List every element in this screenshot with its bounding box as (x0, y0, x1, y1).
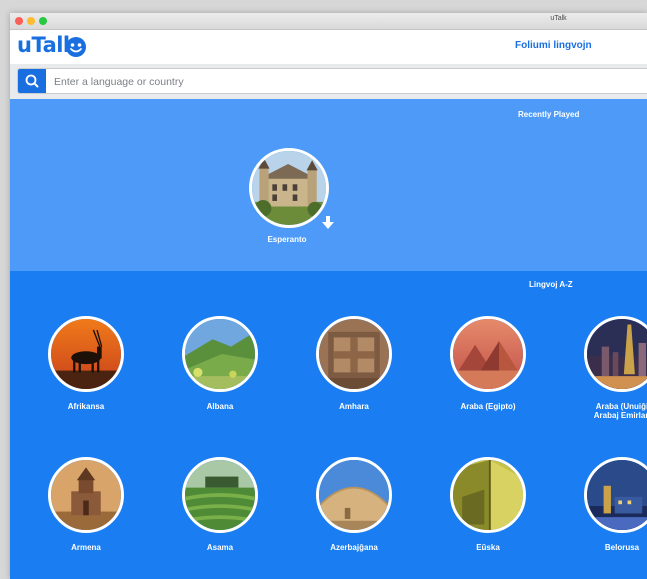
search-icon (25, 74, 39, 88)
green-hills-photo (182, 316, 258, 392)
language-tile-araba-egipto[interactable]: Araba (Egipto) (428, 316, 548, 426)
monastery-photo (48, 457, 124, 533)
language-tile-araba-uae[interactable]: Araba (Unuiĝi Arabaj Emirlan (562, 316, 647, 426)
language-label: Azerbajĝana (330, 543, 378, 552)
oryx-sunset-photo (48, 316, 124, 392)
language-label: Afrikansa (67, 402, 105, 411)
language-label: Armena (71, 543, 101, 552)
window-title: uTalk (550, 15, 567, 22)
recent-language-label: Esperanto (267, 235, 307, 244)
pyramids-photo (450, 316, 526, 392)
title-bar: uTalk (10, 13, 647, 30)
app-header: uTalk Foliumi lingvojn (10, 30, 647, 64)
minsk-night-photo (584, 457, 647, 533)
language-label: Albana (206, 402, 234, 411)
dubai-skyline-photo (584, 316, 647, 392)
search-button[interactable] (18, 69, 46, 93)
rock-church-photo (316, 316, 392, 392)
language-tile-albana[interactable]: Albana (160, 316, 280, 426)
language-tile-amhara[interactable]: Amhara (294, 316, 414, 426)
language-label: Amhara (339, 402, 369, 411)
language-tile-asama[interactable]: Asama (160, 457, 280, 567)
recently-played-title: Recently Played (518, 110, 580, 119)
language-label: Araba (Egipto) (460, 402, 516, 411)
chateau-photo (249, 148, 329, 228)
modern-building-photo (450, 457, 526, 533)
dome-photo (316, 457, 392, 533)
language-label: Eŭska (476, 543, 500, 552)
language-tile-azerbajgana[interactable]: Azerbajĝana (294, 457, 414, 567)
language-label: Araba (Unuiĝi Arabaj Emirlan (593, 402, 647, 420)
smiley-logo-icon (66, 37, 86, 57)
languages-a-z-section: Lingvoj A-Z Afrikansa Albana Amhara Arab… (10, 271, 647, 579)
language-label: Asama (206, 543, 234, 552)
app-window: uTalk uTalk Foliumi lingvojn Recently Pl… (10, 13, 647, 579)
browse-languages-link[interactable]: Foliumi lingvojn (515, 40, 592, 51)
recent-language-tile[interactable]: Esperanto (227, 145, 347, 255)
language-tile-armena[interactable]: Armena (26, 457, 146, 567)
recently-played-section: Recently Played Esperanto (10, 99, 647, 271)
language-tile-afrikansa[interactable]: Afrikansa (26, 316, 146, 426)
search-box (17, 68, 647, 94)
language-tile-euska[interactable]: Eŭska (428, 457, 548, 567)
search-input[interactable] (52, 71, 616, 93)
download-icon[interactable] (321, 216, 335, 230)
tea-garden-photo (182, 457, 258, 533)
search-bar (10, 64, 647, 99)
language-label: Belorusa (604, 543, 640, 552)
languages-a-z-title: Lingvoj A-Z (529, 280, 573, 289)
language-tile-belorusa[interactable]: Belorusa (562, 457, 647, 567)
